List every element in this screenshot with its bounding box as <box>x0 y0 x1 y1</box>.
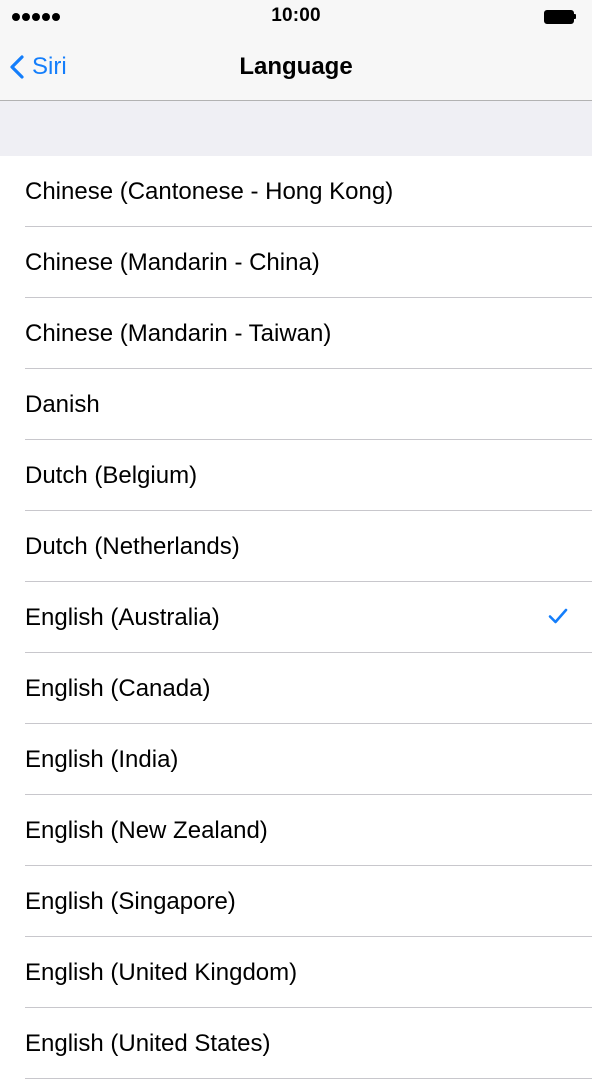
language-label: English (Singapore) <box>25 888 236 915</box>
language-row[interactable]: Chinese (Mandarin - Taiwan) <box>0 298 592 369</box>
checkmark-icon <box>548 608 568 624</box>
status-bar: 10:00 <box>0 0 592 34</box>
language-label: English (Australia) <box>25 604 220 631</box>
navigation-bar: Siri Language <box>0 34 592 101</box>
language-row[interactable]: English (New Zealand) <box>0 795 592 866</box>
language-row[interactable]: English (United States) <box>0 1008 592 1079</box>
status-time: 10:00 <box>271 5 321 26</box>
language-row[interactable]: English (Singapore) <box>0 866 592 937</box>
language-label: English (India) <box>25 746 179 773</box>
language-row[interactable]: English (India) <box>0 724 592 795</box>
language-label: English (Canada) <box>25 675 211 702</box>
language-row[interactable]: English (Canada) <box>0 653 592 724</box>
language-row[interactable]: English (United Kingdom) <box>0 937 592 1008</box>
language-label: Chinese (Cantonese - Hong Kong) <box>25 178 394 205</box>
language-row[interactable]: Danish <box>0 369 592 440</box>
battery-icon <box>544 10 576 24</box>
language-label: Dutch (Netherlands) <box>25 533 240 560</box>
language-label: Danish <box>25 391 100 418</box>
language-label: English (United States) <box>25 1030 271 1057</box>
language-label: English (United Kingdom) <box>25 959 298 986</box>
language-label: Chinese (Mandarin - China) <box>25 249 320 276</box>
language-row[interactable]: Dutch (Belgium) <box>0 440 592 511</box>
language-row[interactable]: Chinese (Mandarin - China) <box>0 227 592 298</box>
page-title: Language <box>239 53 353 80</box>
language-row[interactable]: Dutch (Netherlands) <box>0 511 592 582</box>
language-label: Dutch (Belgium) <box>25 462 198 489</box>
language-row[interactable]: English (Australia) <box>0 582 592 653</box>
language-list: Chinese (Cantonese - Hong Kong) Chinese (… <box>0 156 592 1079</box>
section-header-spacer <box>0 101 592 157</box>
language-row[interactable]: Chinese (Cantonese - Hong Kong) <box>0 156 592 227</box>
language-label: English (New Zealand) <box>25 817 268 844</box>
language-label: Chinese (Mandarin - Taiwan) <box>25 320 332 347</box>
